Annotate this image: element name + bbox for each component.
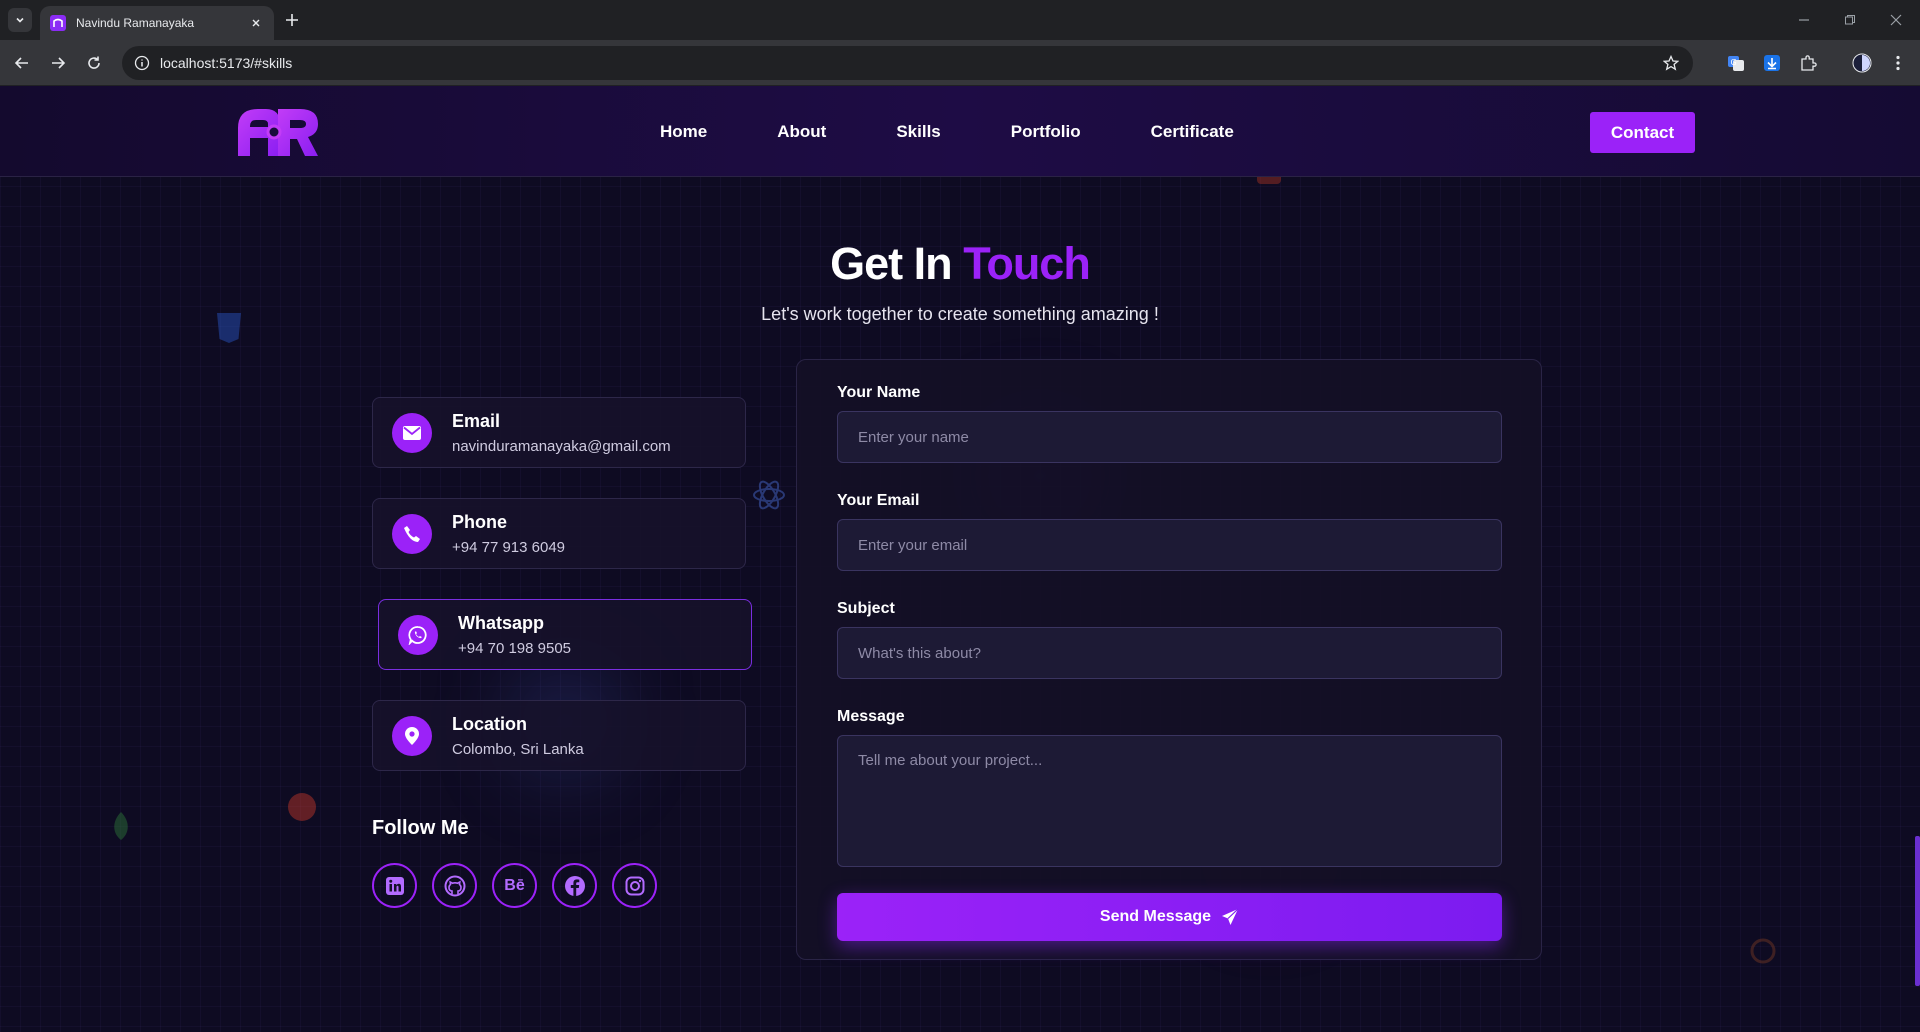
new-tab-plus-icon[interactable] <box>282 10 302 30</box>
phone-icon <box>392 513 432 554</box>
github-icon <box>444 875 465 896</box>
info-title: Phone <box>452 511 508 532</box>
info-value: navinduramanayaka@gmail.com <box>452 437 671 455</box>
tab-search-button[interactable] <box>8 8 32 32</box>
whatsapp-icon <box>398 614 438 655</box>
chevron-down-icon <box>16 17 24 23</box>
extensions-puzzle-icon[interactable] <box>1796 51 1820 75</box>
react-logo-icon <box>753 480 785 510</box>
site-info-icon[interactable] <box>132 53 152 73</box>
email-label: Your Email <box>837 492 920 509</box>
reload-icon[interactable] <box>82 51 106 75</box>
instagram-button[interactable] <box>612 863 657 908</box>
contact-form: Your Name Your Email Subject Message Sen… <box>796 359 1542 960</box>
svg-text:G: G <box>1731 58 1737 67</box>
browser-tab[interactable]: Navindu Ramanayaka <box>40 6 274 40</box>
info-title: Whatsapp <box>458 612 545 633</box>
git-logo-icon <box>288 793 316 821</box>
map-pin-icon <box>392 715 432 756</box>
name-label: Your Name <box>837 384 921 401</box>
site-logo-icon[interactable] <box>236 106 320 158</box>
behance-icon: Bē <box>504 876 525 894</box>
site-navbar: Home About Skills Portfolio Certificate … <box>0 86 1920 177</box>
tab-title: Navindu Ramanayaka <box>76 16 195 30</box>
section-heading: Get In Touch <box>0 238 1920 290</box>
forward-arrow-icon[interactable] <box>46 51 70 75</box>
envelope-icon <box>392 412 432 453</box>
contact-button[interactable]: Contact <box>1590 112 1695 153</box>
download-icon[interactable] <box>1760 51 1784 75</box>
subject-input[interactable] <box>837 627 1502 679</box>
phone-card[interactable]: Phone +94 77 913 6049 <box>372 498 746 569</box>
section-subheading: Let's work together to create something … <box>761 304 1159 324</box>
facebook-icon <box>564 875 585 896</box>
subject-label: Subject <box>837 600 895 617</box>
linkedin-button[interactable] <box>372 863 417 908</box>
email-input[interactable] <box>837 519 1502 571</box>
translate-extension-icon[interactable]: G <box>1724 51 1748 75</box>
page-viewport: Home About Skills Portfolio Certificate … <box>0 86 1920 1032</box>
browser-menu-icon[interactable] <box>1886 51 1910 75</box>
heading-prefix: Get In <box>830 238 953 289</box>
swirl-logo-icon <box>1750 938 1776 964</box>
profile-avatar-icon[interactable] <box>1850 51 1874 75</box>
name-input[interactable] <box>837 411 1502 463</box>
back-arrow-icon[interactable] <box>10 51 34 75</box>
heading-accent: Touch <box>963 238 1091 289</box>
nav-link-portfolio[interactable]: Portfolio <box>1011 122 1081 142</box>
browser-toolbar: localhost:5173/#skills G <box>0 40 1920 86</box>
paper-plane-icon <box>1222 908 1239 925</box>
info-value: Colombo, Sri Lanka <box>452 740 584 758</box>
restore-window-icon[interactable] <box>1840 10 1860 30</box>
send-message-label: Send Message <box>1099 908 1212 925</box>
info-title: Location <box>452 713 527 734</box>
url-text: localhost:5173/#skills <box>160 55 293 71</box>
leaf-logo-icon <box>114 812 128 840</box>
nav-link-skills[interactable]: Skills <box>896 122 940 142</box>
close-window-icon[interactable] <box>1886 10 1906 30</box>
message-textarea[interactable] <box>837 735 1502 867</box>
nav-link-certificate[interactable]: Certificate <box>1151 122 1234 142</box>
facebook-button[interactable] <box>552 863 597 908</box>
page-scrollbar-thumb[interactable] <box>1915 836 1920 986</box>
instagram-icon <box>625 876 644 895</box>
site-favicon-icon <box>50 15 66 31</box>
info-value: +94 77 913 6049 <box>452 538 566 556</box>
send-message-button[interactable]: Send Message <box>837 893 1502 941</box>
github-button[interactable] <box>432 863 477 908</box>
minimize-window-icon[interactable] <box>1794 10 1814 30</box>
info-title: Email <box>452 410 501 431</box>
message-label: Message <box>837 708 905 725</box>
linkedin-icon <box>385 876 404 895</box>
nav-link-home[interactable]: Home <box>660 122 707 142</box>
email-card[interactable]: Email navinduramanayaka@gmail.com <box>372 397 746 468</box>
nav-links: Home About Skills Portfolio Certificate <box>660 86 1304 177</box>
behance-button[interactable]: Bē <box>492 863 537 908</box>
nav-link-about[interactable]: About <box>777 122 826 142</box>
address-bar[interactable]: localhost:5173/#skills <box>122 46 1693 80</box>
info-value: +94 70 198 9505 <box>458 639 572 657</box>
whatsapp-card[interactable]: Whatsapp +94 70 198 9505 <box>378 599 752 670</box>
close-tab-icon[interactable] <box>248 15 264 31</box>
follow-me-title: Follow Me <box>372 817 469 839</box>
browser-tab-bar: Navindu Ramanayaka <box>0 0 1920 40</box>
location-card[interactable]: Location Colombo, Sri Lanka <box>372 700 746 771</box>
bookmark-star-icon[interactable] <box>1661 53 1681 73</box>
